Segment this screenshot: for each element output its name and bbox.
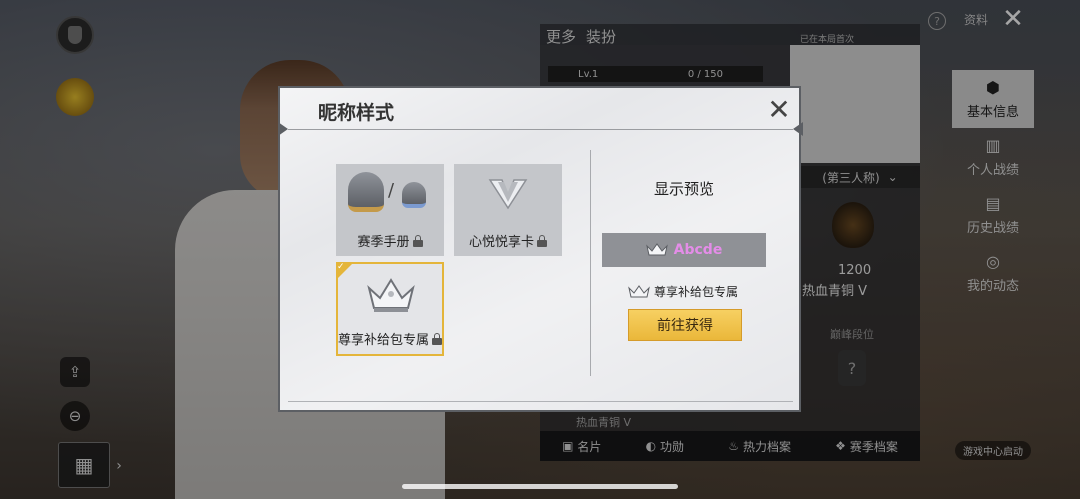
crown-icon: [367, 278, 415, 312]
lock-icon: [412, 234, 423, 247]
go-obtain-button[interactable]: 前往获得: [628, 309, 742, 341]
crown-icon: [628, 284, 650, 297]
crown-icon: [645, 243, 668, 256]
card-label: 心悦悦享卡: [454, 231, 562, 250]
nickname-preview: Abcde: [602, 233, 766, 267]
exclusive-note-text: 尊享补给包专属: [654, 285, 739, 299]
close-icon[interactable]: ✕: [764, 95, 794, 125]
card-label: 尊享补给包专属: [338, 329, 442, 348]
style-card-season-handbook[interactable]: / 赛季手册: [336, 164, 444, 256]
bottom-divider: [288, 401, 793, 402]
slash-separator: /: [388, 180, 395, 201]
divider-cap-right: [793, 122, 803, 136]
title-divider: [288, 129, 793, 130]
style-card-xinyue[interactable]: 心悦悦享卡: [454, 164, 562, 256]
helmet-icon: [348, 172, 384, 212]
card-label-text: 心悦悦享卡: [468, 235, 534, 250]
card-label-text: 赛季手册: [357, 235, 410, 250]
card-label: 赛季手册: [336, 231, 444, 250]
divider-cap-left: [278, 122, 288, 136]
selected-check-icon: ✓: [336, 262, 354, 280]
lock-icon: [537, 234, 547, 247]
style-card-exclusive[interactable]: ✓ 尊享补给包专属: [336, 262, 444, 356]
lock-icon: [432, 332, 442, 345]
home-indicator[interactable]: [402, 484, 678, 489]
preview-title: 显示预览: [654, 180, 715, 198]
nickname-style-dialog: 昵称样式 ✕ / 赛季手册 心悦悦享卡 ✓ 尊享补给包专属 显示预览 Abcde…: [278, 86, 803, 412]
exclusive-note: 尊享补给包专属: [628, 283, 738, 300]
card-label-text: 尊享补给包专属: [338, 333, 430, 348]
panel-divider: [590, 150, 591, 376]
dialog-title: 昵称样式: [318, 102, 395, 124]
v-icon: [488, 179, 528, 210]
helmet-small-icon: [402, 182, 426, 208]
preview-nickname: Abcde: [673, 242, 723, 258]
